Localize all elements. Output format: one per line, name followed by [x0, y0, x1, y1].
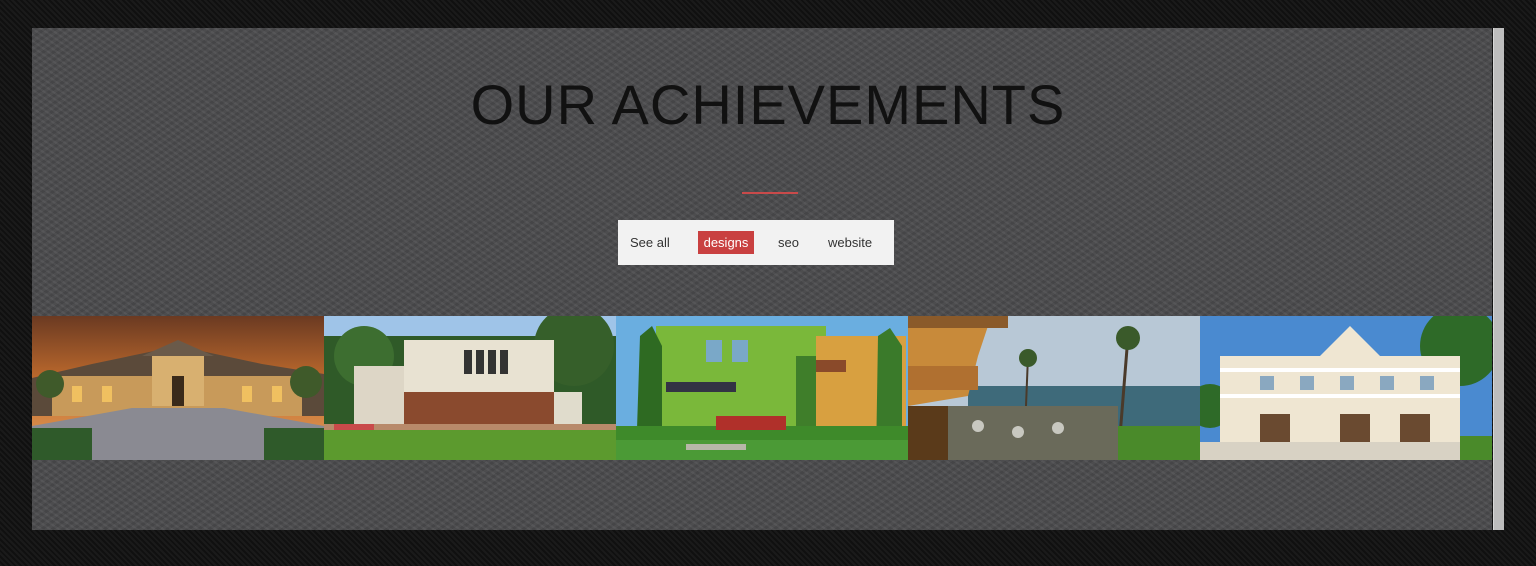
mansion-sunset-image: [32, 316, 324, 460]
white-villa-image: [1200, 316, 1492, 460]
filter-designs[interactable]: designs: [698, 231, 754, 254]
gallery-item[interactable]: [324, 316, 616, 460]
title-divider: [742, 192, 798, 194]
section-title: OUR ACHIEVEMENTS: [470, 73, 1066, 136]
filter-website[interactable]: website: [826, 231, 874, 254]
gallery-item[interactable]: [1200, 316, 1492, 460]
gallery-item[interactable]: [908, 316, 1200, 460]
gallery-item[interactable]: [32, 316, 324, 460]
ivy-villa-image: [616, 316, 908, 460]
gallery-item[interactable]: [616, 316, 908, 460]
filter-see-all[interactable]: See all: [628, 231, 672, 254]
filter-bar: See all designs seo website: [618, 220, 894, 265]
modern-house-image: [324, 316, 616, 460]
coastal-terrace-image: [908, 316, 1200, 460]
portfolio-gallery: [32, 316, 1492, 460]
filter-seo[interactable]: seo: [776, 231, 801, 254]
